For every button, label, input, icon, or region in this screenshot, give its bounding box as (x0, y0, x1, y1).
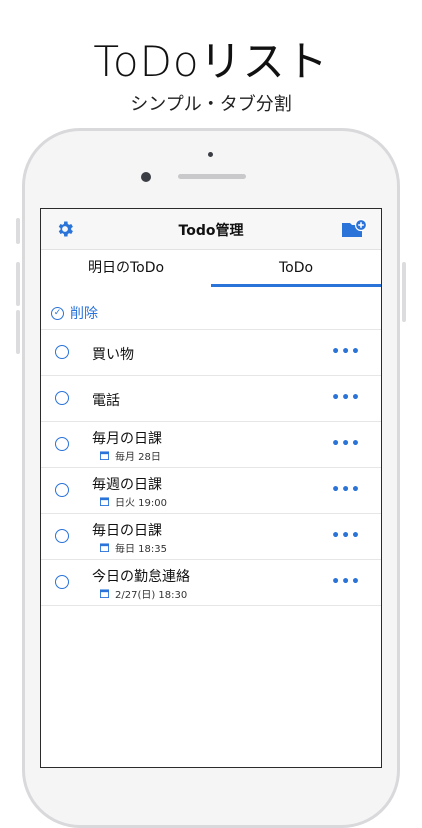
check-circle-icon: ✓ (51, 306, 64, 320)
list-item[interactable]: 電話 ••• (41, 376, 381, 422)
more-options-button[interactable]: ••• (331, 528, 361, 544)
volume-button (16, 262, 20, 306)
volume-button (16, 310, 20, 354)
delete-button[interactable]: ✓ 削除 (51, 303, 98, 323)
item-title: 毎月の日課 (92, 431, 162, 447)
complete-radio[interactable] (55, 483, 69, 497)
item-schedule: 毎日 18:35 (100, 540, 167, 555)
calendar-icon (100, 497, 109, 506)
tab-todo[interactable]: ToDo (211, 250, 381, 287)
side-button (16, 218, 20, 244)
complete-radio[interactable] (55, 345, 69, 359)
item-schedule: 2/27(日) 18:30 (100, 586, 187, 601)
calendar-icon (100, 589, 109, 598)
schedule-text: 毎月 28日 (115, 452, 161, 463)
list-item[interactable]: 毎日の日課 毎日 18:35 ••• (41, 514, 381, 560)
list-item[interactable]: 毎週の日課 日火 19:00 ••• (41, 468, 381, 514)
more-options-button[interactable]: ••• (331, 574, 361, 590)
navigation-bar: Todo管理 (41, 209, 381, 250)
calendar-icon (100, 543, 109, 552)
list-item[interactable]: 今日の勤怠連絡 2/27(日) 18:30 ••• (41, 560, 381, 606)
power-button (402, 262, 406, 322)
calendar-icon (100, 451, 109, 460)
list-item[interactable]: 毎月の日課 毎月 28日 ••• (41, 422, 381, 468)
list-item[interactable]: 買い物 ••• (41, 330, 381, 376)
promo-subtitle: シンプル・タブ分割 (130, 94, 292, 115)
nav-title: Todo管理 (178, 223, 244, 239)
earpiece-speaker (178, 174, 246, 179)
item-title: 今日の勤怠連絡 (92, 569, 190, 585)
schedule-text: 日火 19:00 (115, 498, 167, 509)
delete-label: 削除 (70, 306, 98, 322)
proximity-sensor (208, 152, 213, 157)
item-title: 電話 (92, 393, 120, 409)
app-screen: Todo管理 明日のToDo ToDo ✓ 削除 買い物 ••• 電話 ••• … (40, 208, 382, 768)
item-title: 毎日の日課 (92, 523, 162, 539)
schedule-text: 毎日 18:35 (115, 544, 167, 555)
more-options-button[interactable]: ••• (331, 390, 361, 406)
item-title: 買い物 (92, 347, 134, 363)
complete-radio[interactable] (55, 437, 69, 451)
folder-add-icon[interactable] (341, 218, 367, 240)
more-options-button[interactable]: ••• (331, 482, 361, 498)
schedule-text: 2/27(日) 18:30 (115, 590, 188, 601)
complete-radio[interactable] (55, 391, 69, 405)
item-title: 毎週の日課 (92, 477, 162, 493)
promo-title: ToDoリスト (93, 37, 329, 86)
tab-bar: 明日のToDo ToDo (41, 250, 381, 287)
tab-tomorrow-todo[interactable]: 明日のToDo (41, 250, 211, 287)
item-schedule: 毎月 28日 (100, 448, 161, 463)
more-options-button[interactable]: ••• (331, 436, 361, 452)
item-schedule: 日火 19:00 (100, 494, 167, 509)
complete-radio[interactable] (55, 575, 69, 589)
selected-tab-indicator (211, 284, 381, 287)
more-options-button[interactable]: ••• (331, 344, 361, 360)
complete-radio[interactable] (55, 529, 69, 543)
todo-list: 買い物 ••• 電話 ••• 毎月の日課 毎月 28日 ••• 毎週の日課 日火… (41, 329, 381, 606)
front-camera (141, 172, 151, 182)
